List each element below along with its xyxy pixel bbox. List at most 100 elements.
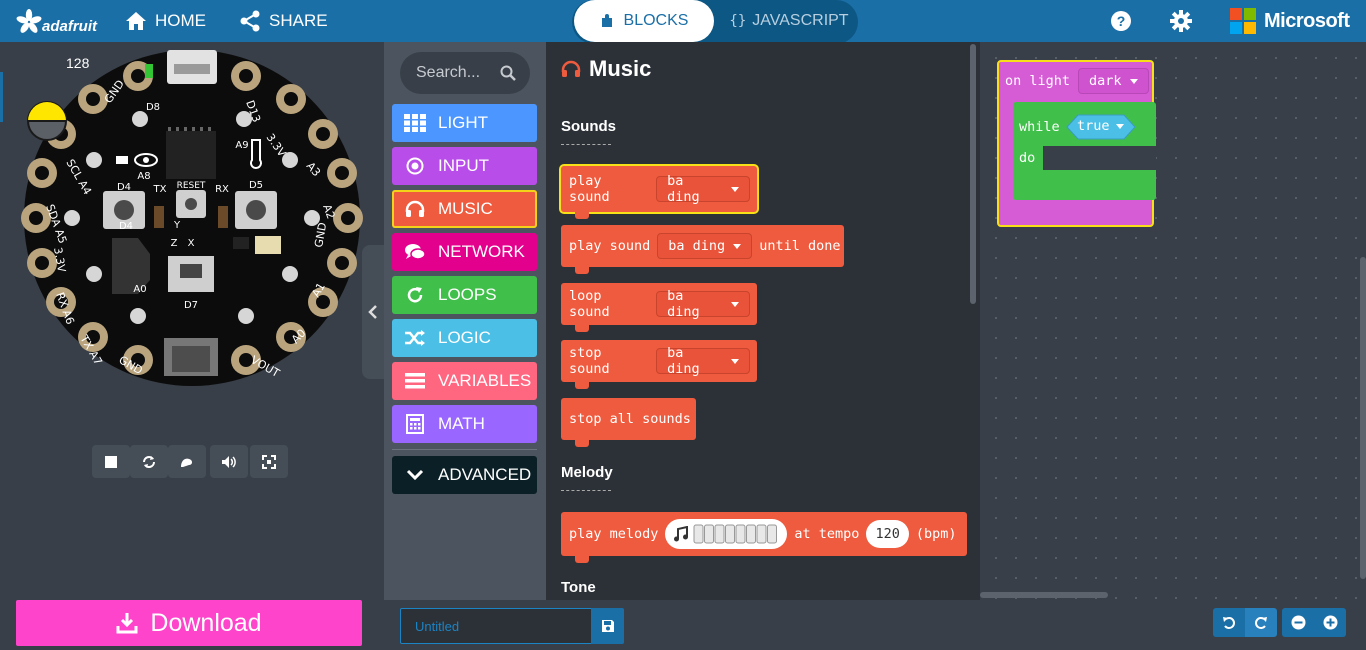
zoom-in-button[interactable] bbox=[1314, 608, 1346, 637]
sound-dropdown[interactable]: ba ding bbox=[657, 233, 753, 259]
sound-dropdown[interactable]: ba ding bbox=[656, 345, 750, 377]
category-advanced[interactable]: ADVANCED bbox=[392, 456, 537, 494]
brand-label: Microsoft bbox=[1264, 9, 1350, 32]
block-text: while bbox=[1019, 119, 1060, 135]
caret-icon bbox=[733, 243, 742, 249]
section-tone: Tone bbox=[561, 579, 596, 596]
caret-icon bbox=[731, 301, 739, 307]
melody-editor[interactable] bbox=[665, 519, 788, 549]
fullscreen-icon bbox=[262, 454, 276, 469]
on-light-event-block[interactable]: on light dark while true do bbox=[997, 60, 1156, 227]
microsoft-brand[interactable]: Microsoft bbox=[1230, 0, 1350, 42]
loop-sound-block[interactable]: loop sound ba ding bbox=[561, 283, 757, 332]
headphones-icon bbox=[561, 60, 581, 77]
category-music[interactable]: MUSIC bbox=[392, 190, 537, 228]
chat-icon bbox=[405, 244, 426, 260]
help-icon: ? bbox=[1111, 11, 1131, 31]
section-underline bbox=[561, 490, 611, 491]
category-input[interactable]: INPUT bbox=[392, 147, 537, 185]
play-sound-until-done-block[interactable]: play sound ba ding until done bbox=[561, 225, 844, 274]
braces-icon: {} bbox=[729, 13, 747, 29]
zoom-out-button[interactable] bbox=[1282, 608, 1314, 637]
play-melody-block[interactable]: play melody at tempo 120 (bpm) bbox=[561, 512, 967, 563]
redo-icon bbox=[1255, 616, 1267, 629]
svg-text:RX: RX bbox=[215, 184, 229, 195]
dropdown-value: ba ding bbox=[667, 345, 700, 377]
save-button[interactable] bbox=[591, 608, 624, 644]
do-statement-slot[interactable] bbox=[1043, 146, 1156, 170]
home-button[interactable]: HOME bbox=[125, 0, 206, 42]
category-label: INPUT bbox=[438, 156, 489, 175]
category-loops[interactable]: LOOPS bbox=[392, 276, 537, 314]
restart-button[interactable] bbox=[130, 445, 168, 478]
help-button[interactable]: ? bbox=[1110, 0, 1132, 42]
adafruit-logo[interactable]: adafruit bbox=[14, 0, 97, 42]
block-flyout: Music Sounds play sound ba ding play sou… bbox=[546, 42, 980, 600]
undo-icon bbox=[1223, 616, 1235, 629]
dropdown-value: ba ding bbox=[668, 238, 726, 254]
sound-dropdown[interactable]: ba ding bbox=[656, 288, 750, 320]
flyout-header: Music bbox=[561, 56, 651, 82]
search-box[interactable]: Search... bbox=[400, 52, 530, 94]
redo-button[interactable] bbox=[1245, 608, 1277, 637]
grid-icon bbox=[404, 114, 426, 132]
slowmo-button[interactable] bbox=[168, 445, 206, 478]
workspace-horizontal-scrollbar[interactable] bbox=[980, 592, 1108, 598]
block-text: stop all sounds bbox=[569, 411, 691, 427]
category-variables[interactable]: VARIABLES bbox=[392, 362, 537, 400]
caret-icon bbox=[731, 358, 739, 364]
project-name-input[interactable]: Untitled bbox=[415, 619, 459, 634]
stop-all-sounds-block[interactable]: stop all sounds bbox=[561, 398, 696, 447]
mute-button[interactable] bbox=[210, 445, 248, 478]
search-input[interactable]: Search... bbox=[416, 64, 480, 82]
puzzle-icon bbox=[601, 14, 612, 27]
project-name-field[interactable]: Untitled bbox=[400, 608, 592, 644]
category-network[interactable]: NETWORK bbox=[392, 233, 537, 271]
share-button[interactable]: SHARE bbox=[239, 0, 328, 42]
download-button[interactable]: Download bbox=[16, 600, 362, 646]
svg-text:D4: D4 bbox=[117, 182, 131, 193]
flyout-scrollbar[interactable] bbox=[970, 44, 976, 304]
boolean-dropdown[interactable]: true bbox=[1077, 118, 1124, 134]
undo-button[interactable] bbox=[1213, 608, 1245, 637]
circuit-playground-board[interactable]: D4D5TX RX RESETD8A8 A9A0D7 D4 YZ X GND D13… bbox=[0, 42, 384, 442]
workspace-canvas[interactable]: on light dark while true do bbox=[980, 42, 1366, 600]
block-text: until done bbox=[759, 238, 841, 254]
sound-dropdown[interactable]: ba ding bbox=[656, 173, 750, 205]
home-label: HOME bbox=[155, 11, 206, 30]
slowmo-icon bbox=[181, 458, 193, 467]
headphones-icon bbox=[405, 200, 425, 217]
category-light[interactable]: LIGHT bbox=[392, 104, 537, 142]
tab-javascript[interactable]: {} JAVASCRIPT bbox=[722, 0, 856, 42]
stop-button[interactable] bbox=[92, 445, 130, 478]
save-icon bbox=[601, 620, 614, 632]
stop-sound-block[interactable]: stop sound ba ding bbox=[561, 340, 757, 389]
workspace-vertical-scrollbar[interactable] bbox=[1360, 257, 1366, 579]
block-text: play sound bbox=[569, 238, 651, 254]
chevron-left-icon bbox=[368, 305, 377, 319]
music-note-icon bbox=[674, 526, 689, 542]
tempo-input[interactable]: 120 bbox=[866, 520, 909, 548]
category-math[interactable]: MATH bbox=[392, 405, 537, 443]
tab-blocks[interactable]: BLOCKS bbox=[574, 0, 714, 42]
section-sounds: Sounds bbox=[561, 118, 616, 135]
block-text: play melody bbox=[569, 526, 659, 542]
zoom-out-icon bbox=[1291, 615, 1305, 630]
block-text: on light bbox=[1005, 73, 1071, 89]
list-icon bbox=[405, 373, 425, 389]
category-logic[interactable]: LOGIC bbox=[392, 319, 537, 357]
svg-text:Z: Z bbox=[171, 238, 178, 249]
toolbox-divider bbox=[392, 449, 537, 450]
collapse-simulator-handle[interactable] bbox=[362, 245, 384, 379]
light-condition-dropdown[interactable]: dark bbox=[1078, 68, 1149, 94]
logo-text: adafruit bbox=[42, 17, 98, 35]
download-label: Download bbox=[150, 608, 262, 637]
fullscreen-button[interactable] bbox=[250, 445, 288, 478]
while-loop-block[interactable]: while true do bbox=[1013, 102, 1156, 200]
category-label: ADVANCED bbox=[438, 465, 532, 484]
play-sound-block[interactable]: play sound ba ding bbox=[561, 166, 757, 219]
settings-button[interactable] bbox=[1170, 0, 1192, 42]
editor-mode-toggle: BLOCKS {} JAVASCRIPT bbox=[572, 0, 858, 44]
gear-icon bbox=[1170, 10, 1192, 32]
svg-text:D4: D4 bbox=[119, 221, 133, 232]
